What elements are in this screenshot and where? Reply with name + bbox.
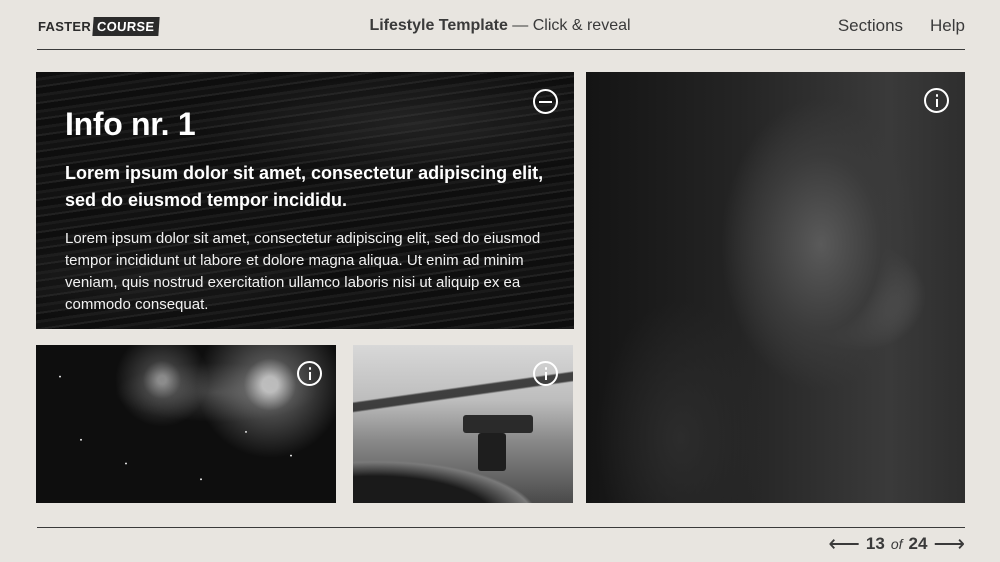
arrow-right-icon[interactable]: ⟶: [933, 533, 965, 555]
portrait-image: [586, 72, 965, 503]
info-circle-icon[interactable]: [297, 361, 322, 386]
page-title-bold: Lifestyle Template: [369, 17, 508, 34]
nebula-image: [36, 345, 336, 503]
arrow-left-icon[interactable]: ⟵: [828, 533, 860, 555]
page-current: 13: [865, 534, 885, 553]
page-of-label: of: [890, 536, 903, 552]
nav-help-link[interactable]: Help: [930, 16, 965, 36]
info-circle-icon[interactable]: [924, 88, 949, 113]
info-circle-icon[interactable]: [533, 361, 558, 386]
header-divider: [37, 49, 965, 50]
pager: ⟵ 13 of 24 ⟶: [828, 533, 965, 555]
minus-circle-icon[interactable]: [533, 89, 558, 114]
info-body: Lorem ipsum dolor sit amet, consectetur …: [65, 230, 541, 313]
nav-sections-link[interactable]: Sections: [838, 16, 903, 36]
info-heading: Info nr. 1: [65, 106, 196, 142]
page-total: 24: [908, 534, 928, 553]
footer-divider: [37, 527, 965, 528]
info-subheading: Lorem ipsum dolor sit amet, consectetur …: [65, 163, 544, 210]
top-nav: Sections Help: [838, 16, 965, 36]
page-title-rest: — Click & reveal: [507, 17, 631, 34]
turntable-image: [353, 345, 573, 503]
info-panel: Info nr. 1 Lorem ipsum dolor sit amet, c…: [36, 72, 574, 329]
